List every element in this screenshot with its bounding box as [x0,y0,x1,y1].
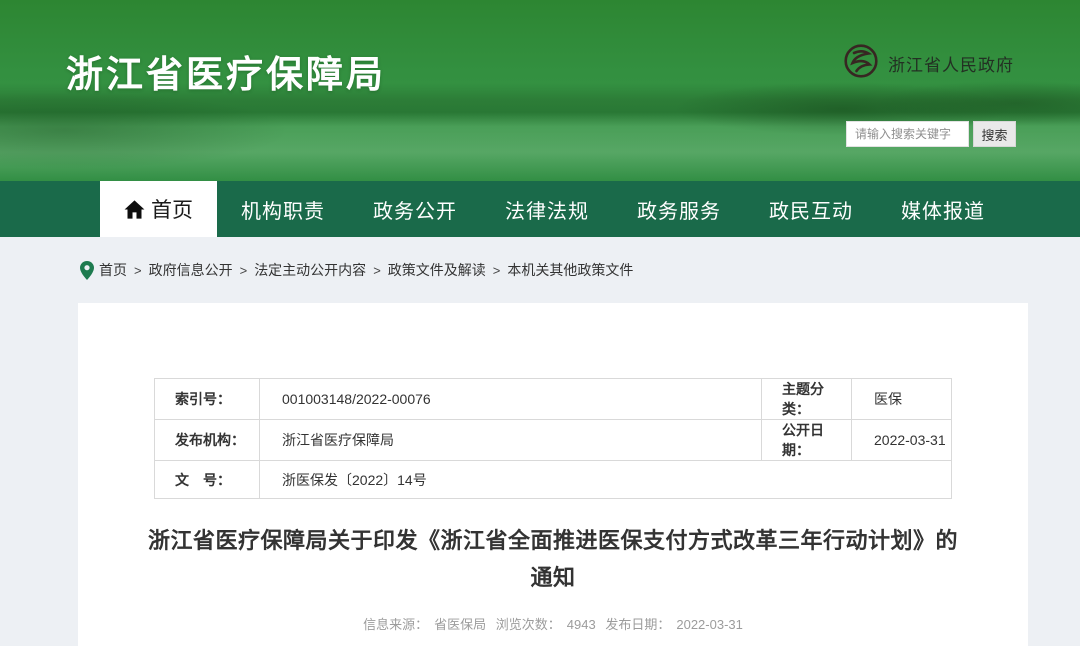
topic-category-label: 主题分类： [761,378,852,420]
publish-date-label: 发布日期： [605,617,671,632]
index-number-value: 001003148/2022-00076 [259,378,762,420]
nav-tab-interaction[interactable]: 政民互动 [745,181,877,237]
open-date-value: 2022-03-31 [851,419,952,461]
gov-portal-link[interactable]: 浙江省人民政府 [844,44,1014,83]
document-source-line: 信息来源： 省医保局 浏览次数： 4943 发布日期： 2022-03-31 [78,614,1028,633]
document-card: 索引号： 001003148/2022-00076 主题分类： 医保 发布机构：… [78,303,1028,646]
nav-tab-gov-services[interactable]: 政务服务 [613,181,745,237]
doc-meta-table: 索引号： 001003148/2022-00076 主题分类： 医保 发布机构：… [154,378,952,499]
breadcrumb-item-other-policy-docs[interactable]: 本机关其他政策文件 [507,260,633,280]
breadcrumb-separator: > [239,262,248,278]
nav-tab-duties[interactable]: 机构职责 [217,181,349,237]
breadcrumb: 首页 > 政府信息公开 > 法定主动公开内容 > 政策文件及解读 > 本机关其他… [0,237,1080,303]
nav-left-spacer [0,181,100,237]
nav-tab-gov-disclosure[interactable]: 政务公开 [349,181,481,237]
topic-category-value: 医保 [851,378,952,420]
location-pin-icon [80,260,94,280]
index-number-label: 索引号： [154,378,260,420]
table-row: 发布机构： 浙江省医疗保障局 公开日期： 2022-03-31 [154,419,952,461]
source-value: 省医保局 [434,617,487,632]
site-banner: 浙江省医疗保障局 浙江省人民政府 搜索 [0,0,1080,181]
gov-portal-label: 浙江省人民政府 [888,56,1014,75]
nav-tab-laws[interactable]: 法律法规 [481,181,613,237]
breadcrumb-item-home[interactable]: 首页 [99,260,127,280]
views-label: 浏览次数： [495,617,561,632]
publish-date-value: 2022-03-31 [676,617,743,632]
views-value: 4943 [566,617,596,632]
table-row: 文 号： 浙医保发〔2022〕14号 [154,460,952,499]
site-title: 浙江省医疗保障局 [66,54,386,95]
nav-tab-home-label: 首页 [151,199,193,222]
breadcrumb-item-info-disclosure[interactable]: 政府信息公开 [149,260,233,280]
document-title: 浙江省医疗保障局关于印发《浙江省全面推进医保支付方式改革三年行动计划》的通知 [147,528,958,590]
source-label: 信息来源： [363,617,429,632]
breadcrumb-separator: > [373,262,381,278]
gov-logo-icon [844,44,878,83]
search-input[interactable] [846,121,969,147]
home-icon [124,199,145,219]
breadcrumb-item-policy-docs[interactable]: 政策文件及解读 [388,260,486,280]
search-bar: 搜索 [846,121,1016,147]
nav-tab-media[interactable]: 媒体报道 [877,181,1009,237]
main-nav: 首页 机构职责 政务公开 法律法规 政务服务 政民互动 媒体报道 [0,181,1080,237]
breadcrumb-separator: > [134,262,142,278]
search-button[interactable]: 搜索 [973,121,1016,147]
doc-number-value: 浙医保发〔2022〕14号 [259,460,952,499]
doc-number-label: 文 号： [154,460,260,499]
breadcrumb-separator: > [492,262,501,278]
breadcrumb-item-statutory-content[interactable]: 法定主动公开内容 [254,260,366,280]
issuing-agency-label: 发布机构： [154,419,260,461]
nav-tab-home[interactable]: 首页 [100,181,217,237]
issuing-agency-value: 浙江省医疗保障局 [259,419,762,461]
open-date-label: 公开日期： [761,419,852,461]
table-row: 索引号： 001003148/2022-00076 主题分类： 医保 [154,378,952,420]
